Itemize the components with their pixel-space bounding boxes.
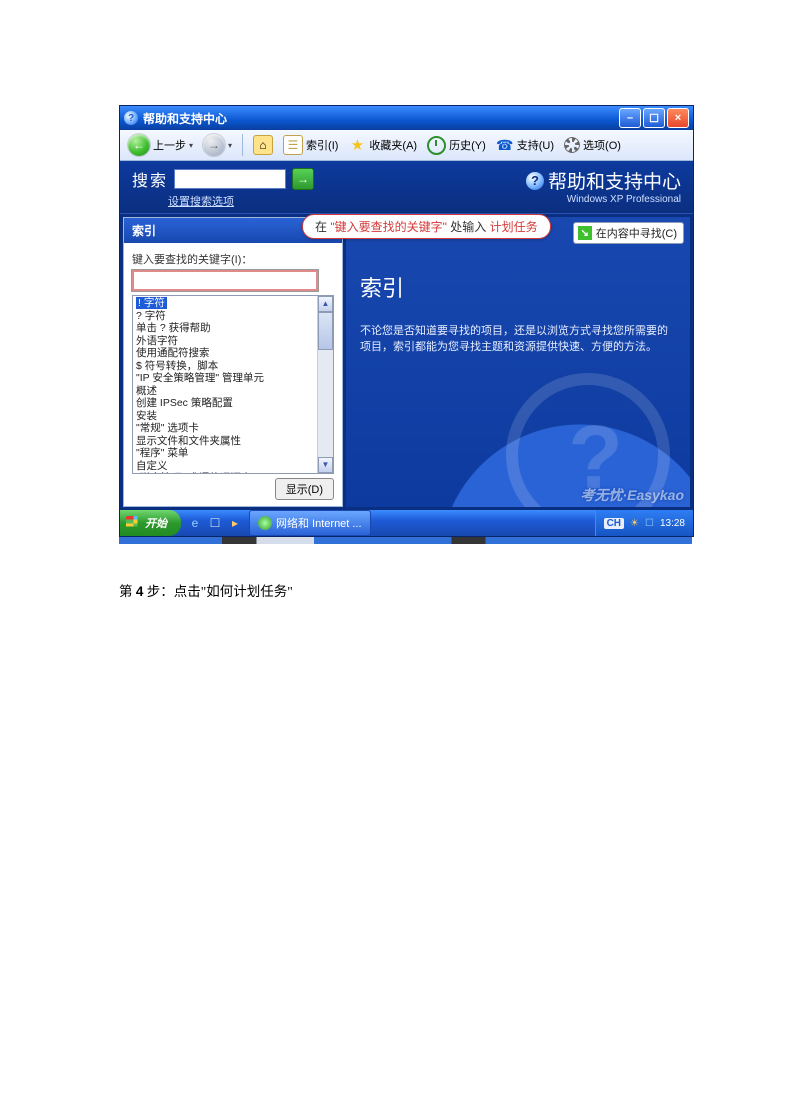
instruction-callout: 在 "键入要查找的关键字" 处输入 计划任务 bbox=[302, 214, 551, 239]
scroll-track[interactable] bbox=[318, 350, 333, 457]
step-caption: 第 4 步：点击"如何计划任务" bbox=[119, 580, 692, 600]
quick-launch: e ☐ ▸ bbox=[181, 515, 249, 531]
taskbar: 开始 e ☐ ▸ 网络和 Internet ... CH ☀ ☐ 13:28 bbox=[120, 510, 693, 536]
list-item[interactable]: "常规" 选项卡 bbox=[136, 422, 199, 434]
clock: 13:28 bbox=[660, 518, 685, 529]
forward-icon: → bbox=[203, 134, 225, 156]
separator bbox=[242, 134, 243, 156]
toolbar: ← 上一步 ▾ → ▾ ⌂ ☰ 索引(I) ★ 收藏夹(A) 历史( bbox=[120, 130, 693, 161]
search-go-button[interactable]: → bbox=[292, 168, 314, 190]
decorative-strip bbox=[119, 537, 692, 544]
forward-button[interactable]: → ▾ bbox=[199, 132, 236, 158]
start-button[interactable]: 开始 bbox=[120, 510, 181, 536]
keyword-label: 键入要查找的关键字(I)： bbox=[124, 243, 342, 270]
taskbar-app-label: 网络和 Internet ... bbox=[276, 515, 362, 531]
support-icon: ☎ bbox=[496, 136, 514, 154]
list-item[interactable]: 外语字符 bbox=[136, 335, 178, 347]
content-pane: ↘ 在内容中寻找(C) 索引 不论您是否知道要寻找的项目，还是以浏览方式寻找您所… bbox=[346, 217, 690, 507]
history-icon bbox=[427, 136, 446, 155]
list-item[interactable]: 使用通配符搜索 bbox=[136, 347, 210, 359]
scroll-thumb[interactable] bbox=[318, 312, 333, 350]
list-item[interactable]: 安装 bbox=[136, 410, 157, 422]
back-button[interactable]: ← 上一步 ▾ bbox=[124, 132, 197, 158]
content-description: 不论您是否知道要寻找的项目，还是以浏览方式寻找您所需要的项目，索引都能为您寻找主… bbox=[360, 323, 670, 355]
close-button[interactable]: × bbox=[667, 108, 689, 128]
list-item[interactable]: "IP 安全策略管理" 管理单元 bbox=[136, 372, 264, 384]
tray-icon[interactable]: ☐ bbox=[645, 518, 654, 529]
system-tray: CH ☀ ☐ 13:28 bbox=[595, 510, 693, 536]
gear-icon bbox=[564, 137, 580, 153]
keyword-input[interactable] bbox=[132, 270, 318, 291]
back-icon: ← bbox=[128, 134, 150, 156]
list-item[interactable]: 概述 bbox=[136, 385, 157, 397]
list-item-selected[interactable]: ! 字符 bbox=[136, 297, 167, 309]
find-in-content-label: 在内容中寻找(C) bbox=[596, 225, 677, 241]
index-icon: ☰ bbox=[283, 135, 303, 155]
list-item[interactable]: 显示文件和文件夹属性 bbox=[136, 435, 241, 447]
brand-subtitle: Windows XP Professional bbox=[526, 194, 681, 205]
history-label: 历史(Y) bbox=[449, 137, 486, 153]
brand-help-icon: ? bbox=[526, 172, 544, 190]
search-options-link[interactable]: 设置搜索选项 bbox=[168, 193, 314, 209]
ie-icon[interactable]: e bbox=[187, 515, 203, 531]
index-pane: 索引 键入要查找的关键字(I)： ! 字符 ? 字符 单击 ? 获得帮助 外语字… bbox=[123, 217, 343, 507]
scrollbar[interactable]: ▲ ▼ bbox=[317, 296, 333, 473]
help-center-window: ? 帮助和支持中心 – ☐ × ← 上一步 ▾ → ▾ ⌂ bbox=[119, 105, 694, 537]
brand: ? 帮助和支持中心 Windows XP Professional bbox=[526, 167, 681, 205]
scroll-up-button[interactable]: ▲ bbox=[318, 296, 333, 312]
index-listbox[interactable]: ! 字符 ? 字符 单击 ? 获得帮助 外语字符 使用通配符搜索 $ 符号转换，… bbox=[132, 295, 334, 474]
list-item[interactable]: 创建 IPSec 策略配置 bbox=[136, 397, 233, 409]
titlebar: ? 帮助和支持中心 – ☐ × bbox=[120, 106, 693, 130]
app-icon bbox=[258, 516, 272, 530]
start-label: 开始 bbox=[145, 515, 167, 531]
tray-icon[interactable]: ☀ bbox=[630, 518, 639, 529]
star-icon: ★ bbox=[348, 136, 366, 154]
watermark: 考无忧·Easykao bbox=[581, 485, 684, 505]
minimize-button[interactable]: – bbox=[619, 108, 641, 128]
list-item[interactable]: 单击 ? 获得帮助 bbox=[136, 322, 211, 334]
options-button[interactable]: 选项(O) bbox=[560, 135, 625, 155]
desktop-icon[interactable]: ☐ bbox=[207, 515, 223, 531]
favorites-label: 收藏夹(A) bbox=[369, 137, 417, 153]
find-in-content-button[interactable]: ↘ 在内容中寻找(C) bbox=[573, 222, 684, 244]
favorites-button[interactable]: ★ 收藏夹(A) bbox=[344, 134, 421, 156]
home-icon: ⌂ bbox=[253, 135, 273, 155]
list-item[interactable]: $ 符号转换，脚本 bbox=[136, 360, 218, 372]
content-row: 索引 键入要查找的关键字(I)： ! 字符 ? 字符 单击 ? 获得帮助 外语字… bbox=[120, 213, 693, 510]
help-icon: ? bbox=[124, 111, 138, 125]
search-strip: 搜索 → 设置搜索选项 ? 帮助和支持中心 Windows XP Profess… bbox=[120, 161, 693, 213]
chevron-down-icon: ▾ bbox=[228, 141, 232, 150]
chevron-down-icon: ▾ bbox=[189, 141, 193, 150]
search-label: 搜索 bbox=[132, 167, 168, 191]
list-item[interactable]: ? 字符 bbox=[136, 310, 166, 322]
options-label: 选项(O) bbox=[583, 137, 621, 153]
taskbar-app-button[interactable]: 网络和 Internet ... bbox=[249, 510, 371, 536]
search-input[interactable] bbox=[174, 169, 286, 189]
home-button[interactable]: ⌂ bbox=[249, 133, 277, 157]
arrow-icon: ↘ bbox=[578, 226, 592, 240]
list-item[interactable]: "程序" 菜单 bbox=[136, 447, 188, 459]
index-button[interactable]: ☰ 索引(I) bbox=[279, 133, 342, 157]
index-label: 索引(I) bbox=[306, 137, 338, 153]
maximize-button[interactable]: ☐ bbox=[643, 108, 665, 128]
support-button[interactable]: ☎ 支持(U) bbox=[492, 134, 558, 156]
list-item[interactable]: 自定义 bbox=[136, 460, 168, 472]
display-button[interactable]: 显示(D) bbox=[275, 478, 334, 500]
windows-flag-icon bbox=[126, 516, 141, 531]
scroll-down-button[interactable]: ▼ bbox=[318, 457, 333, 473]
language-indicator[interactable]: CH bbox=[604, 518, 624, 529]
player-icon[interactable]: ▸ bbox=[227, 515, 243, 531]
support-label: 支持(U) bbox=[517, 137, 554, 153]
content-title: 索引 bbox=[360, 271, 676, 303]
history-button[interactable]: 历史(Y) bbox=[423, 134, 490, 157]
back-label: 上一步 bbox=[153, 137, 186, 153]
window-title: 帮助和支持中心 bbox=[143, 110, 619, 127]
brand-title: 帮助和支持中心 bbox=[548, 167, 681, 194]
list-item[interactable]: "磁盘管理" 术语的词汇表 bbox=[136, 472, 251, 474]
